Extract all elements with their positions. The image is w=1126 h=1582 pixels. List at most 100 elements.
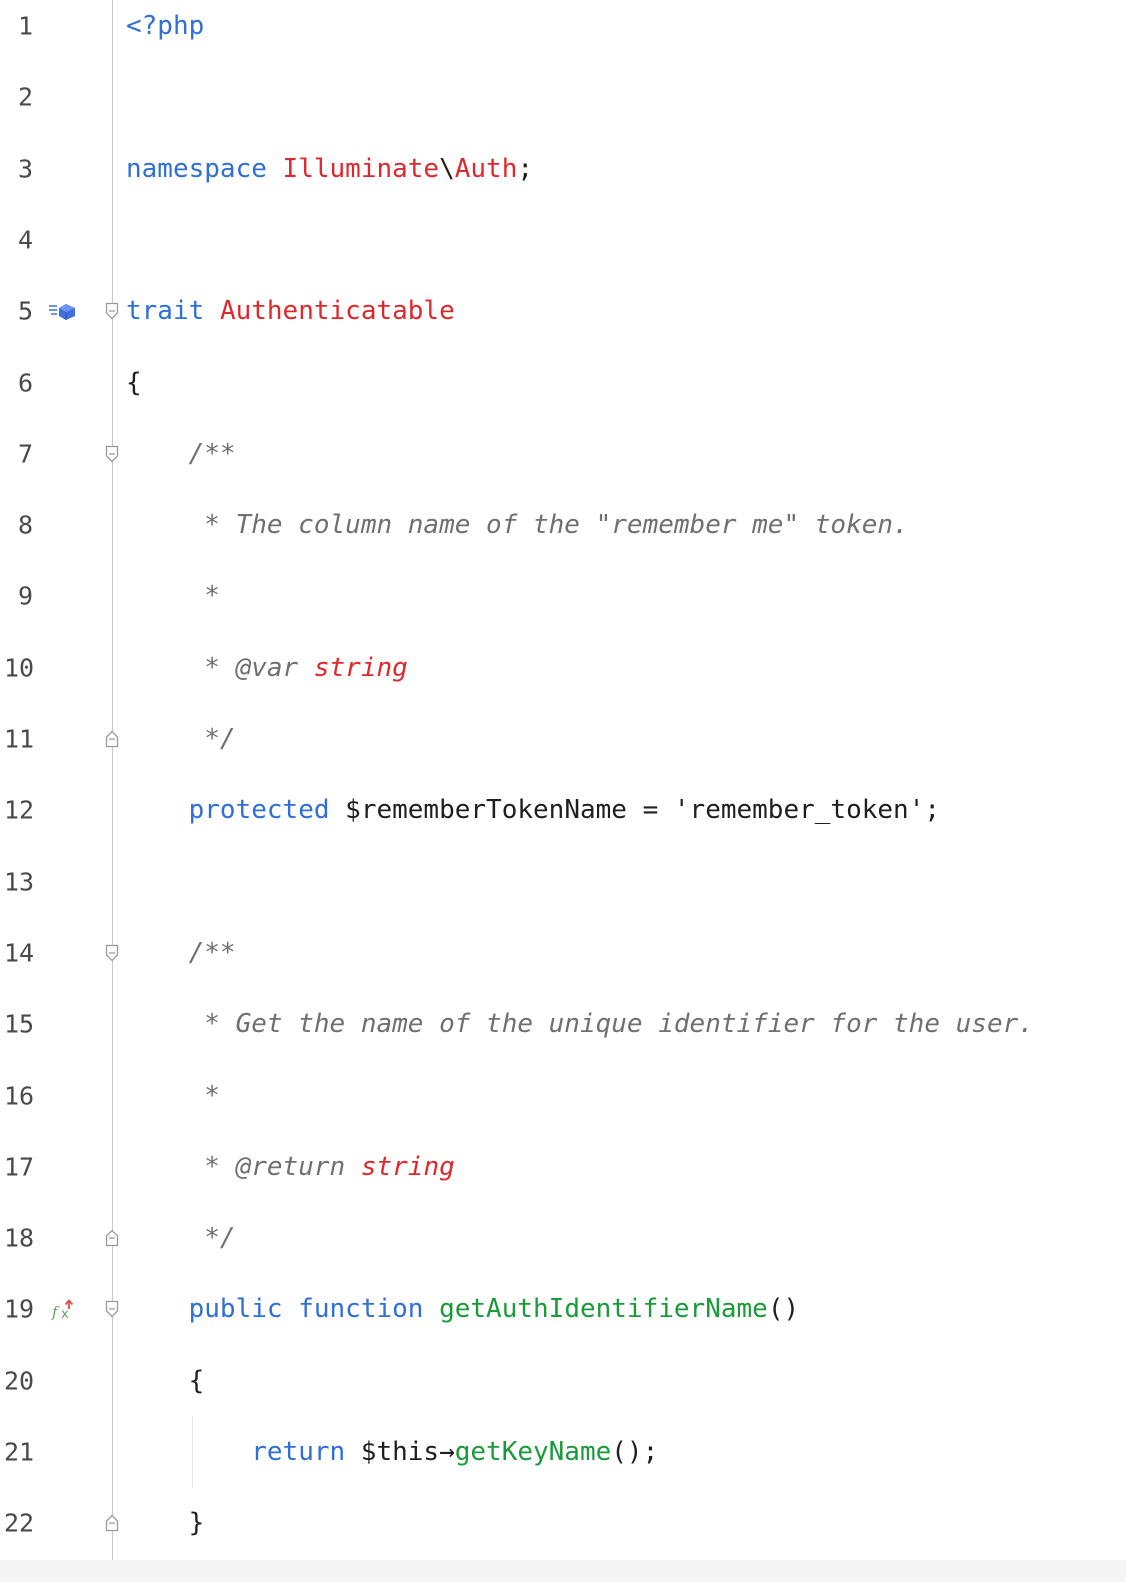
code-token: * The column name of the "remember me" t… [204,510,909,541]
code-line[interactable]: 20 { [0,1345,1126,1417]
code-text[interactable]: public function getAuthIdentifierName() [126,1294,800,1325]
fold-end-icon[interactable] [105,1514,119,1532]
code-token: string [360,1151,455,1182]
code-token: function [298,1294,424,1325]
code-token: */ [204,1223,236,1254]
code-token: return [251,1437,346,1467]
code-text[interactable]: /** [126,940,236,966]
line-number: 7 [18,439,34,469]
code-token: → [439,1437,455,1467]
code-line[interactable]: 5 trait Authenticatable [0,275,1126,347]
code-token: * @return [204,1151,361,1182]
line-number: 20 [4,1366,35,1396]
code-line[interactable]: 8 * The column name of the "remember me"… [0,489,1126,561]
code-line[interactable]: 4 [0,204,1126,276]
code-line[interactable]: 22 } [0,1487,1126,1559]
code-line[interactable]: 7 /** [0,418,1126,490]
line-number: 16 [4,1081,35,1110]
code-text[interactable]: return $this→getKeyName(); [126,1439,658,1465]
code-line[interactable]: 16 * [0,1060,1126,1132]
code-line[interactable]: 3 namespace Illuminate\Auth; [0,133,1126,205]
code-token: } [126,1508,205,1539]
code-line[interactable]: 11 */ [0,703,1126,775]
line-number: 22 [4,1508,35,1538]
fold-collapse-icon[interactable] [105,445,119,463]
code-line[interactable]: 19 f x public function getAuthIdentifierNa… [0,1273,1126,1345]
code-text[interactable]: * The column name of the "remember me" t… [126,510,909,541]
fold-collapse-icon[interactable] [105,302,119,320]
code-token: getKeyName [454,1437,612,1467]
fold-collapse-icon[interactable] [105,944,119,962]
code-text[interactable]: * @return string [126,1151,455,1182]
code-token: protected [188,795,330,826]
code-text[interactable]: <?php [126,13,204,39]
code-line[interactable]: 15 * Get the name of the unique identifi… [0,988,1126,1060]
code-line[interactable]: 18 */ [0,1202,1126,1274]
code-token: Auth [454,153,518,184]
line-number: 17 [4,1152,35,1182]
code-token: (); [611,1437,659,1467]
code-token: $rememberTokenName = [329,795,674,826]
code-line[interactable]: 9 * [0,560,1126,632]
code-line[interactable]: 1 <?php [0,0,1126,62]
code-token: */ [204,724,236,754]
code-line[interactable]: 10 * @var string [0,632,1126,704]
code-token: Authenticatable [219,296,455,327]
code-token: namespace [126,153,267,184]
trait-implemented-icon[interactable] [48,300,78,322]
code-text[interactable]: { [126,1365,205,1396]
line-number: 9 [18,581,34,611]
code-token: getAuthIdentifierName [439,1294,768,1325]
line-number: 21 [4,1437,35,1467]
fold-end-icon[interactable] [105,1229,119,1247]
code-line[interactable]: 13 [0,846,1126,918]
fold-end-icon[interactable] [105,730,119,748]
code-token: trait [126,296,205,327]
code-line[interactable]: 12 protected $rememberTokenName = 'remem… [0,774,1126,846]
code-line[interactable]: 14 /** [0,917,1126,989]
code-token: { [126,1365,205,1396]
code-token: * @var [204,652,314,683]
code-text[interactable]: /** [126,441,236,467]
code-token: * [204,1080,220,1111]
code-line[interactable]: 17 * @return string [0,1131,1126,1203]
code-editor[interactable]: 1 <?php 2 3 namespace Illuminate\Auth; 4 5 trai… [0,0,1126,1582]
code-text[interactable]: namespace Illuminate\Auth; [126,156,533,182]
line-number: 12 [4,795,35,825]
code-text[interactable]: */ [126,724,236,754]
fold-collapse-icon[interactable] [105,1300,119,1318]
code-text[interactable]: * [126,1083,220,1109]
code-text[interactable]: protected $rememberTokenName = 'remember… [126,797,940,823]
code-text[interactable]: trait Authenticatable [126,298,455,324]
code-text[interactable]: */ [126,1223,236,1254]
code-text[interactable]: * @var string [126,655,408,681]
code-line[interactable]: 21 return $this→getKeyName(); [0,1416,1126,1488]
code-text[interactable]: { [126,370,142,396]
code-token: \ [439,153,455,184]
editor-bottom-strip [0,1560,1126,1582]
line-number: 13 [4,867,35,897]
code-line[interactable]: 2 [0,61,1126,133]
code-line[interactable]: 6{ [0,347,1126,419]
line-number: 15 [4,1009,35,1039]
line-number: 2 [18,82,34,112]
code-token: ; [924,795,940,826]
code-text[interactable]: * [126,583,220,609]
line-number: 3 [18,154,34,184]
code-text[interactable]: * Get the name of the unique identifier … [126,1011,1034,1037]
code-token: public [188,1294,283,1325]
code-token: /** [188,937,236,968]
implements-method-icon[interactable]: fx [50,1297,80,1321]
line-number: 11 [4,724,35,754]
code-text[interactable]: } [126,1508,205,1539]
line-number: 10 [4,653,35,683]
